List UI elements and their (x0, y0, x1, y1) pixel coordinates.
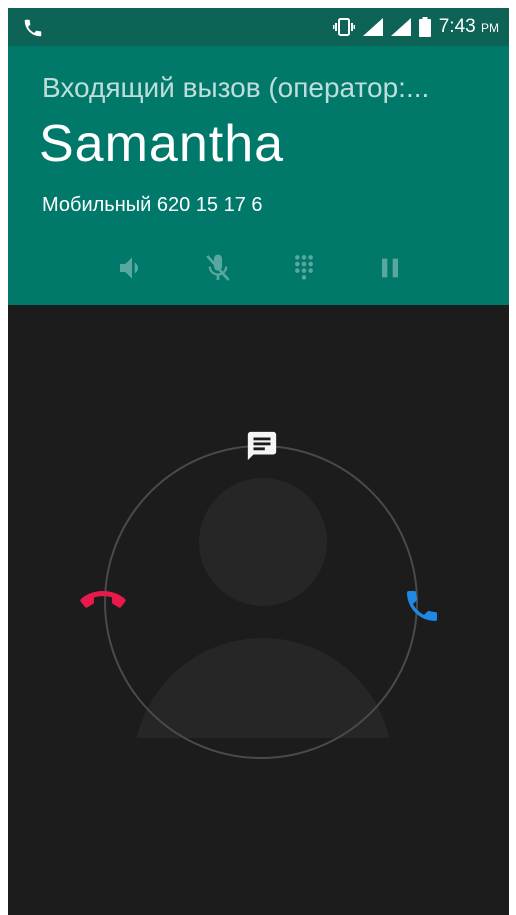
phone-icon (24, 19, 42, 37)
call-controls (8, 246, 509, 290)
signal-icon (362, 18, 383, 36)
answer-glow-ring (104, 445, 418, 759)
clock-time: 7:43 (438, 16, 476, 37)
caller-name: Samantha (39, 115, 285, 173)
speaker-icon[interactable] (116, 252, 148, 284)
mute-icon[interactable] (202, 252, 234, 284)
incoming-call-screen: 7:43 PM Входящий вызов (оператор:... Sam… (8, 8, 509, 915)
call-header: Входящий вызов (оператор:... Samantha Мо… (8, 46, 509, 305)
clock-ampm: PM (481, 21, 499, 35)
status-bar: 7:43 PM (8, 8, 509, 46)
answer-call-icon[interactable] (402, 586, 442, 626)
battery-icon (418, 17, 431, 37)
hold-icon[interactable] (374, 252, 406, 284)
decline-call-icon[interactable] (79, 586, 127, 616)
clock: 7:43 PM (439, 16, 499, 38)
vibrate-icon (332, 18, 355, 36)
caller-number: Мобильный 620 15 17 6 (42, 194, 263, 216)
incoming-call-label: Входящий вызов (оператор:... (42, 72, 430, 103)
signal-icon (390, 18, 411, 36)
message-icon[interactable] (245, 429, 279, 463)
dialpad-icon[interactable] (288, 252, 320, 284)
